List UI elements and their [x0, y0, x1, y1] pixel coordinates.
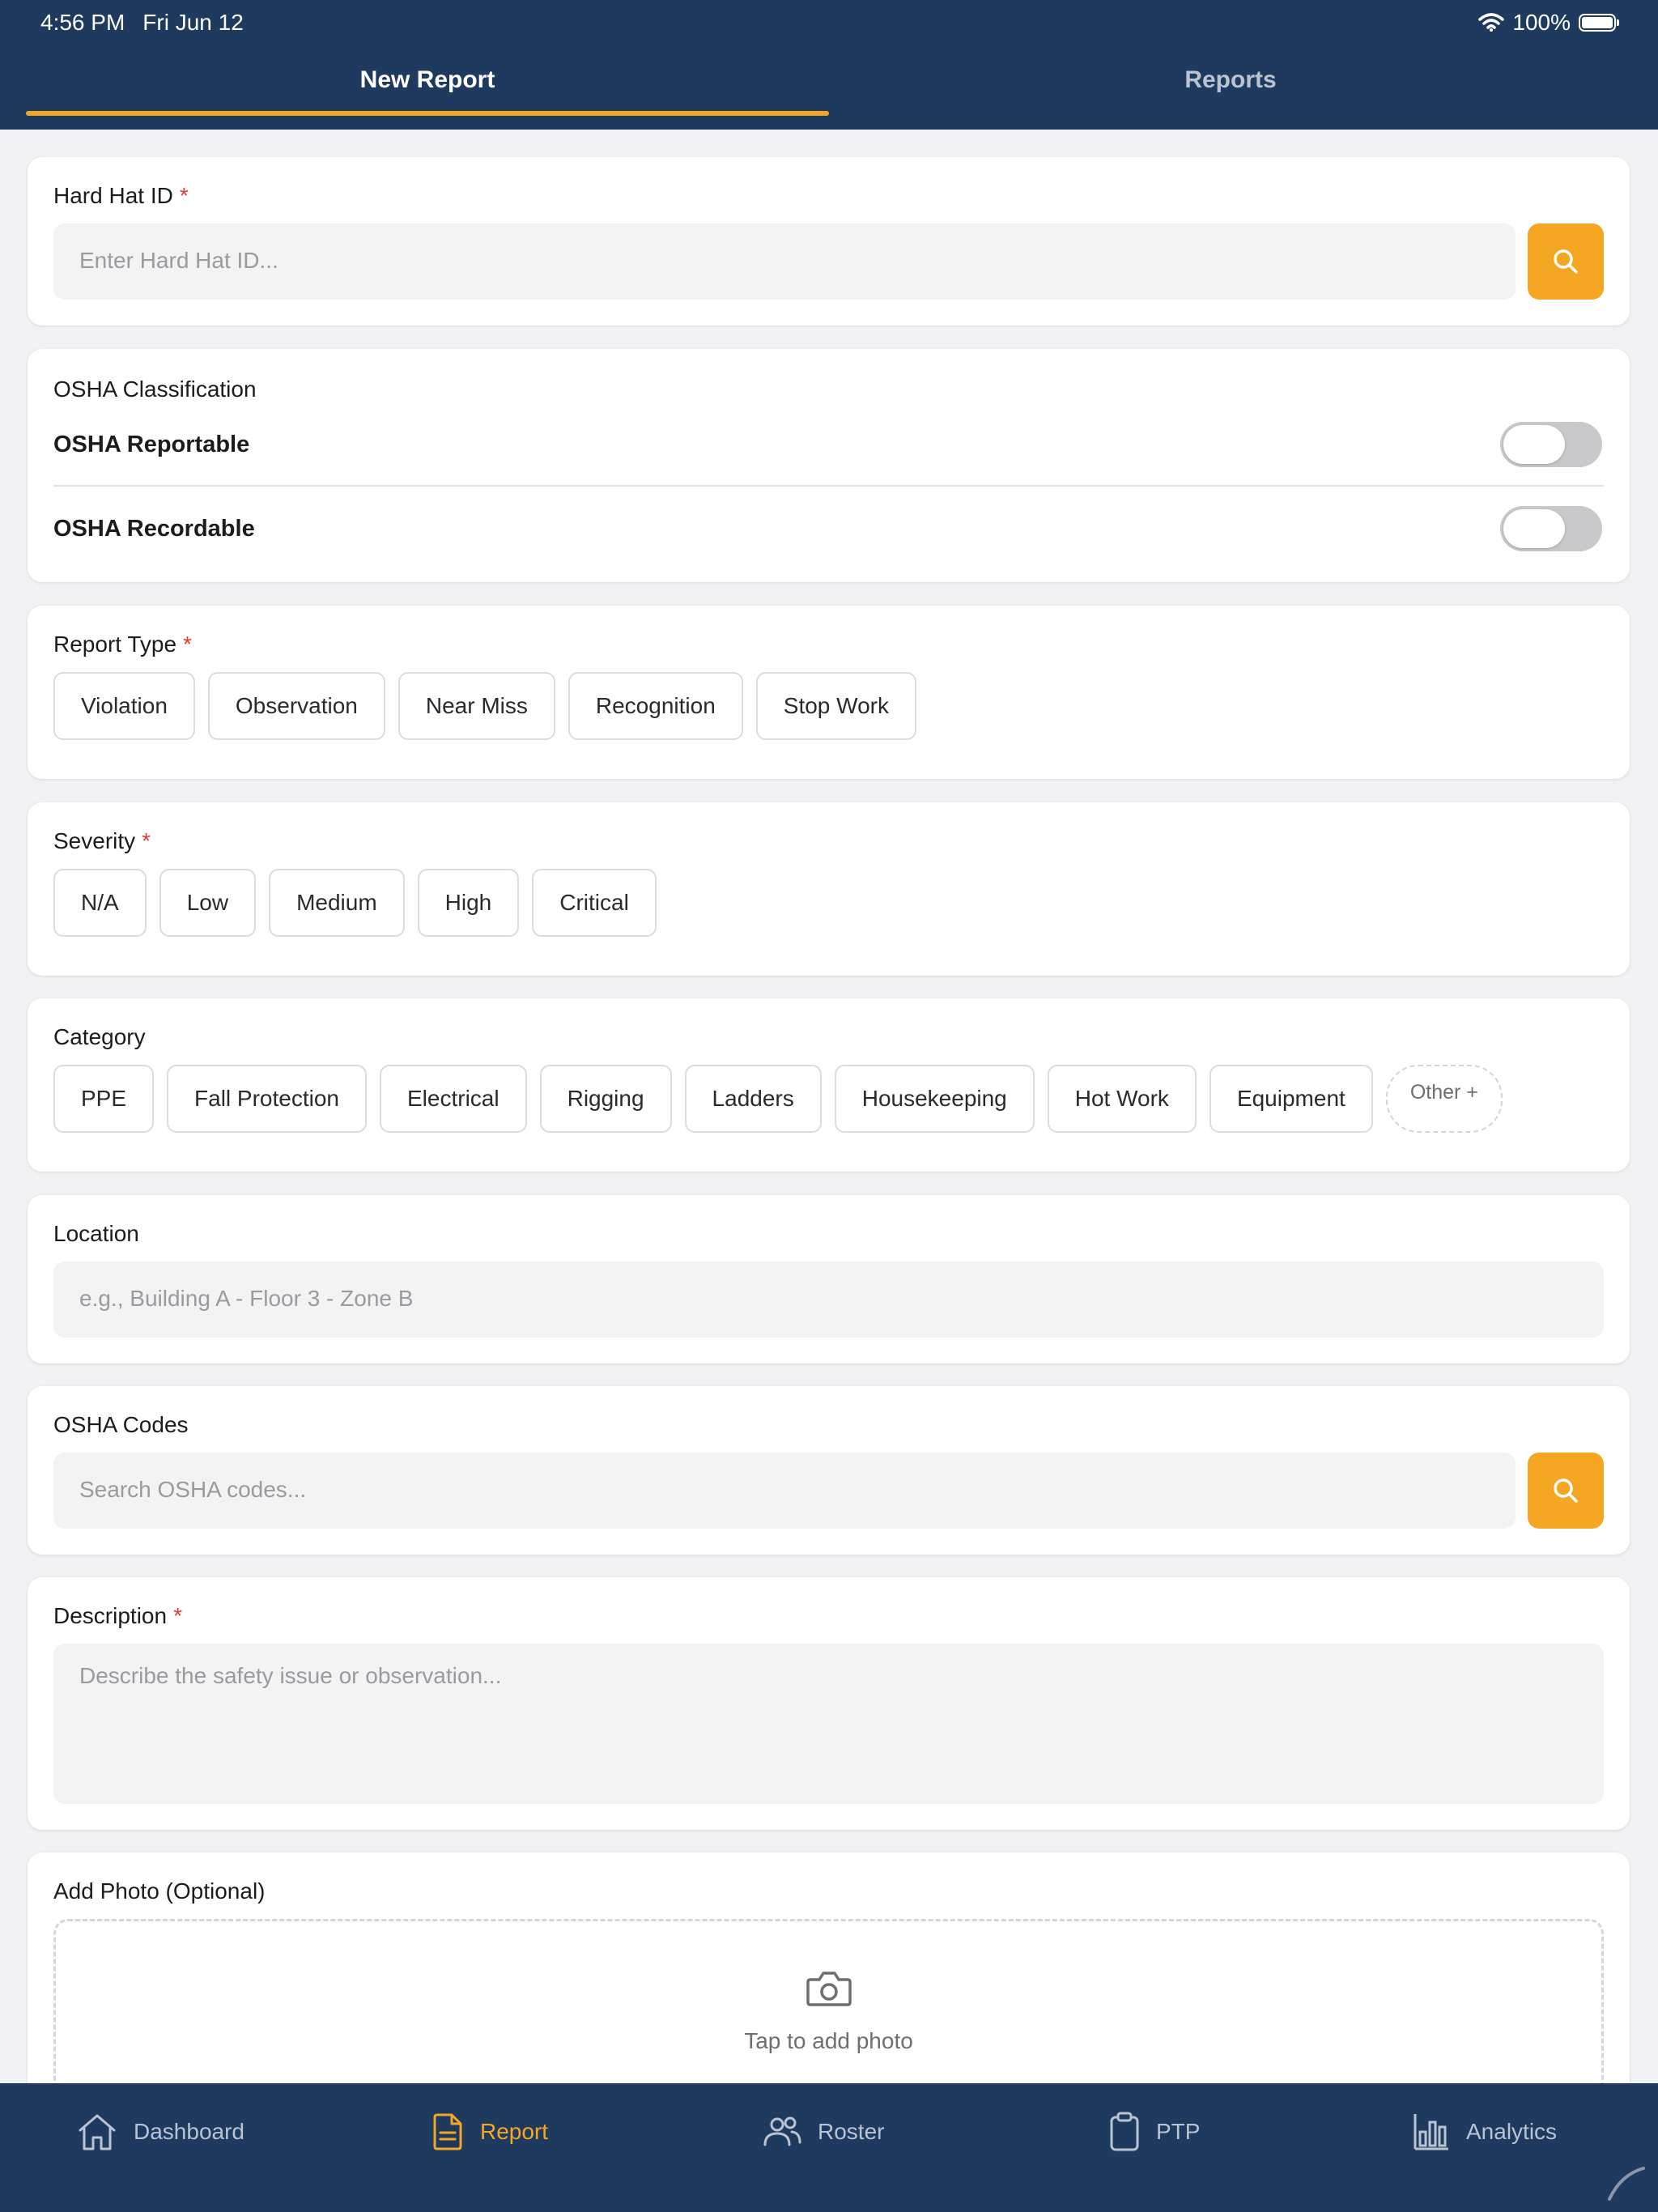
report-type-observation[interactable]: Observation — [207, 672, 385, 740]
category-fall-protection[interactable]: Fall Protection — [167, 1065, 367, 1133]
category-electrical[interactable]: Electrical — [380, 1065, 527, 1133]
nav-dashboard-label: Dashboard — [134, 2119, 244, 2144]
category-ppe[interactable]: PPE — [53, 1065, 155, 1133]
camera-icon — [806, 1972, 852, 2006]
description-label-text: Description — [53, 1603, 168, 1628]
clipboard-icon — [1110, 2112, 1139, 2151]
photo-label: Add Photo (Optional) — [53, 1878, 266, 1904]
bar-chart-icon — [1414, 2114, 1448, 2150]
report-type-options: Violation Observation Near Miss Recognit… — [53, 672, 916, 740]
nav-analytics[interactable]: Analytics — [1413, 2083, 1557, 2180]
document-icon — [433, 2113, 462, 2150]
category-ladders[interactable]: Ladders — [684, 1065, 822, 1133]
severity-options: N/A Low Medium High Critical — [53, 869, 657, 937]
battery-percent: 100% — [1512, 10, 1571, 35]
osha-reportable-toggle[interactable] — [1500, 422, 1602, 467]
osha-recordable-label: OSHA Recordable — [53, 516, 255, 542]
location-input[interactable]: e.g., Building A - Floor 3 - Zone B — [53, 1261, 1604, 1338]
search-icon — [1554, 249, 1578, 274]
osha-recordable-toggle[interactable] — [1500, 506, 1602, 551]
severity-high[interactable]: High — [417, 869, 520, 937]
hard-hat-label-text: Hard Hat ID — [53, 183, 173, 208]
required-mark: * — [173, 1603, 182, 1628]
tab-new-report[interactable]: New Report — [26, 66, 829, 94]
photo-card: Add Photo (Optional) Tap to add photo — [28, 1853, 1630, 2112]
category-housekeeping[interactable]: Housekeeping — [834, 1065, 1035, 1133]
status-time: 4:56 PM Fri Jun 12 — [40, 10, 244, 36]
severity-label: Severity * — [53, 828, 151, 854]
report-type-violation[interactable]: Violation — [53, 672, 195, 740]
location-card: Location e.g., Building A - Floor 3 - Zo… — [28, 1195, 1630, 1363]
severity-na[interactable]: N/A — [53, 869, 147, 937]
report-type-stop-work[interactable]: Stop Work — [755, 672, 916, 740]
category-other-button[interactable]: Other + — [1385, 1065, 1503, 1133]
battery-icon — [1579, 14, 1619, 32]
osha-classification-title: OSHA Classification — [53, 376, 257, 402]
report-type-recognition[interactable]: Recognition — [568, 672, 743, 740]
search-icon — [1554, 1478, 1578, 1503]
category-card: Category PPE Fall Protection Electrical … — [28, 998, 1630, 1172]
severity-low[interactable]: Low — [159, 869, 257, 937]
description-label: Description * — [53, 1603, 182, 1629]
hard-hat-label: Hard Hat ID * — [53, 183, 189, 209]
nav-dashboard[interactable]: Dashboard — [77, 2083, 244, 2180]
bottom-nav: Dashboard Report Roster PTP Analytics — [0, 2083, 1658, 2212]
report-type-card: Report Type * Violation Observation Near … — [28, 606, 1630, 779]
corner-indicator-icon — [1608, 2167, 1645, 2201]
description-card: Description * Describe the safety issue o… — [28, 1577, 1630, 1830]
home-icon — [79, 2114, 116, 2150]
wifi-icon — [1478, 13, 1505, 32]
nav-ptp[interactable]: PTP — [1109, 2083, 1200, 2180]
app-header: 4:56 PM Fri Jun 12 100% New Report Report… — [0, 0, 1658, 130]
severity-card: Severity * N/A Low Medium High Critical — [28, 802, 1630, 976]
osha-codes-card: OSHA Codes Search OSHA codes... — [28, 1386, 1630, 1555]
add-photo-dropzone[interactable]: Tap to add photo — [53, 1919, 1604, 2097]
people-icon — [763, 2116, 801, 2146]
location-label: Location — [53, 1221, 139, 1246]
nav-analytics-label: Analytics — [1466, 2119, 1558, 2144]
required-mark: * — [179, 183, 189, 208]
hard-hat-input[interactable]: Enter Hard Hat ID... — [53, 223, 1516, 300]
severity-critical[interactable]: Critical — [532, 869, 657, 937]
osha-classification-card: OSHA Classification OSHA Reportable OSHA… — [28, 349, 1630, 582]
status-indicators: 100% — [1478, 10, 1619, 36]
required-mark: * — [183, 632, 192, 657]
nav-ptp-label: PTP — [1156, 2119, 1201, 2144]
category-rigging[interactable]: Rigging — [539, 1065, 672, 1133]
report-type-label: Report Type * — [53, 632, 192, 657]
hard-hat-search-button[interactable] — [1528, 223, 1604, 300]
osha-codes-search-button[interactable] — [1528, 1453, 1604, 1529]
add-photo-hint: Tap to add photo — [744, 2028, 913, 2053]
nav-report-label: Report — [480, 2119, 549, 2144]
osha-reportable-label: OSHA Reportable — [53, 432, 250, 457]
nav-roster-label: Roster — [818, 2119, 885, 2144]
category-equipment[interactable]: Equipment — [1209, 1065, 1373, 1133]
tab-reports[interactable]: Reports — [829, 66, 1632, 94]
severity-medium[interactable]: Medium — [269, 869, 405, 937]
report-type-near-miss[interactable]: Near Miss — [397, 672, 555, 740]
category-label: Category — [53, 1024, 146, 1049]
osha-codes-label: OSHA Codes — [53, 1412, 189, 1437]
severity-label-text: Severity — [53, 828, 136, 853]
category-hot-work[interactable]: Hot Work — [1047, 1065, 1197, 1133]
description-textarea[interactable]: Describe the safety issue or observation… — [53, 1644, 1604, 1804]
nav-roster[interactable]: Roster — [763, 2083, 884, 2180]
status-clock: 4:56 PM — [40, 10, 125, 35]
category-options: PPE Fall Protection Electrical Rigging L… — [53, 1065, 1503, 1133]
hard-hat-card: Hard Hat ID * Enter Hard Hat ID... — [28, 157, 1630, 325]
nav-report[interactable]: Report — [432, 2083, 548, 2180]
divider — [53, 485, 1604, 487]
osha-codes-search-input[interactable]: Search OSHA codes... — [53, 1453, 1516, 1529]
active-tab-indicator — [26, 111, 829, 116]
required-mark: * — [142, 828, 151, 853]
report-type-label-text: Report Type — [53, 632, 177, 657]
status-date: Fri Jun 12 — [142, 10, 244, 35]
